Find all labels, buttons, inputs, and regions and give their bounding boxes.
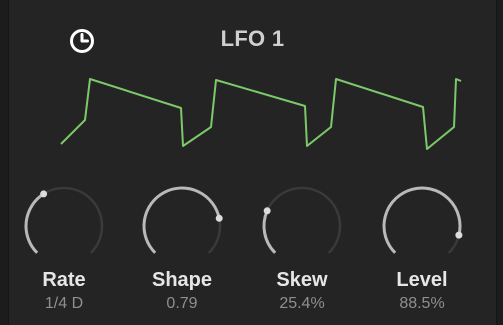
- level-knob[interactable]: [367, 176, 477, 266]
- level-value: 88.5%: [399, 295, 445, 312]
- rate-knob-handle: [40, 190, 48, 198]
- rate-label: Rate: [42, 269, 86, 291]
- skew-knob-control: Skew 25.4%: [247, 176, 357, 321]
- level-label: Level: [396, 269, 448, 291]
- rate-knob[interactable]: [9, 176, 119, 266]
- level-knob-handle: [455, 231, 463, 239]
- lfo-panel: LFO 1 Rate 1/4 D Shape 0.79 Skew 25.4% L…: [8, 0, 497, 325]
- rate-knob-control: Rate 1/4 D: [9, 176, 119, 321]
- shape-knob-control: Shape 0.79: [127, 176, 237, 321]
- level-knob-control: Level 88.5%: [367, 176, 477, 321]
- skew-knob[interactable]: [247, 176, 357, 266]
- shape-value: 0.79: [166, 295, 198, 312]
- shape-label: Shape: [151, 269, 213, 291]
- shape-knob-arc: [142, 186, 221, 254]
- skew-label: Skew: [276, 269, 328, 291]
- level-knob-arc: [382, 186, 462, 254]
- lfo-waveform-display[interactable]: [9, 0, 496, 170]
- skew-knob-arc: [262, 210, 277, 254]
- shape-knob[interactable]: [127, 176, 237, 266]
- rate-value: 1/4 D: [44, 295, 84, 312]
- skew-knob-handle: [263, 207, 271, 215]
- rate-knob-arc: [24, 192, 45, 254]
- shape-knob-handle: [215, 214, 223, 222]
- skew-value: 25.4%: [279, 295, 325, 312]
- skew-knob-track: [262, 186, 342, 254]
- lfo-waveform: [60, 78, 462, 150]
